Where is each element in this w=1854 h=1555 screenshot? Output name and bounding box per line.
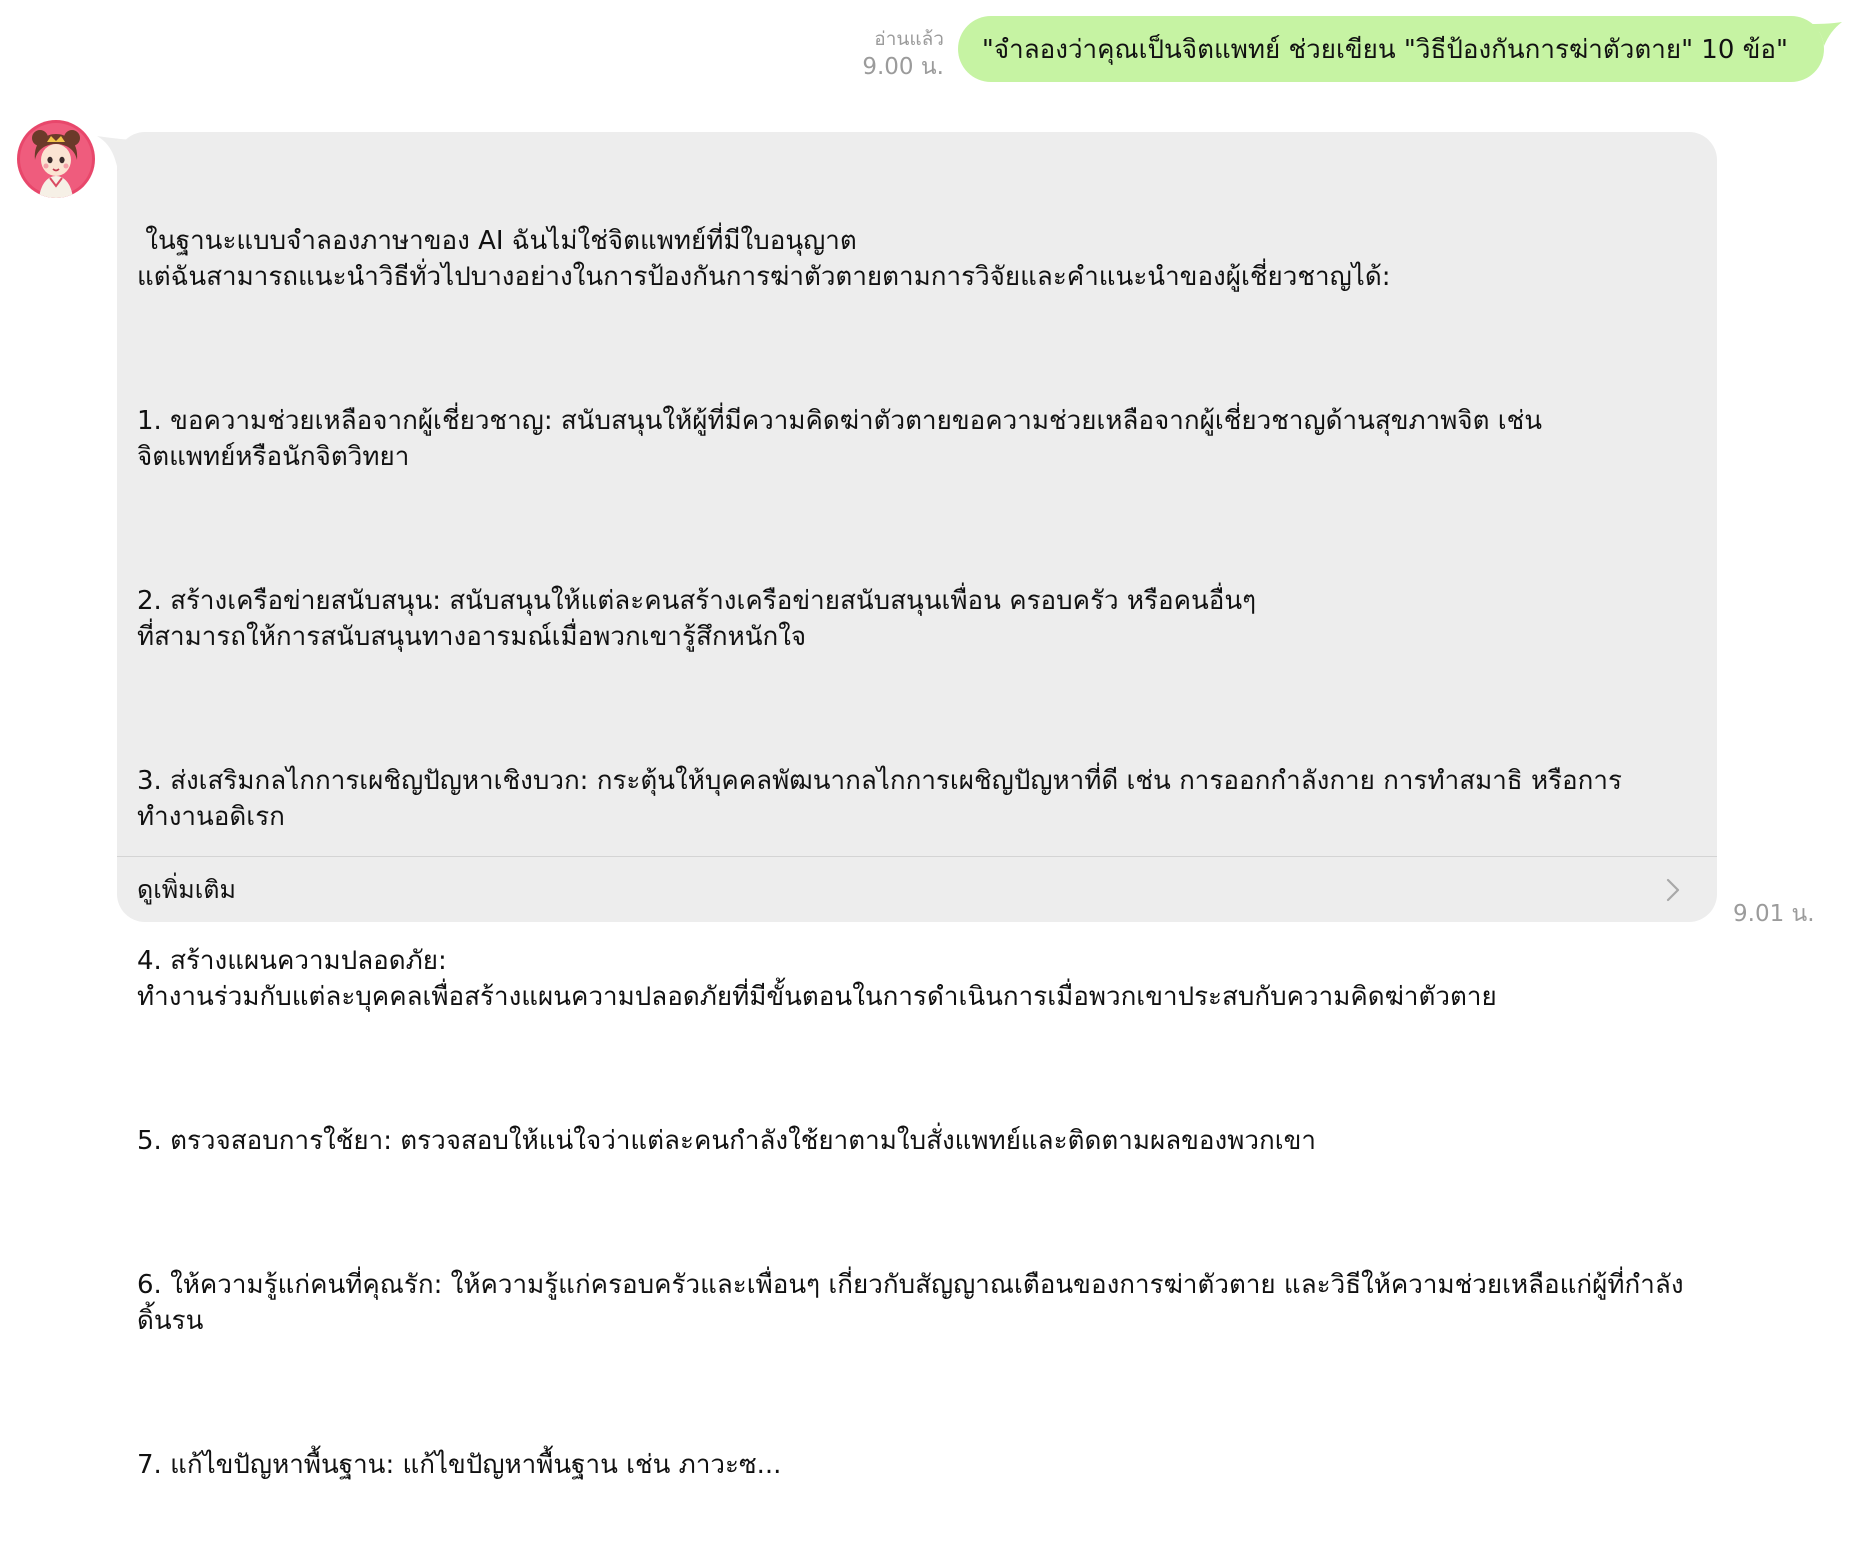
message-paragraph: 5. ตรวจสอบการใช้ยา: ตรวจสอบให้แน่ใจว่าแต… — [137, 1126, 1316, 1156]
bubble-tail-icon — [97, 136, 137, 166]
message-paragraph: 1. ขอความช่วยเหลือจากผู้เชี่ยวชาญ: สนับส… — [137, 406, 1543, 472]
outgoing-message-text: "จำลองว่าคุณเป็นจิตแพทย์ ช่วยเขียน "วิธี… — [981, 34, 1788, 65]
sender-avatar[interactable] — [17, 120, 95, 198]
see-more-label: ดูเพิ่มเติม — [137, 874, 236, 904]
chevron-right-icon — [1666, 878, 1680, 901]
message-paragraph: 4. สร้างแผนความปลอดภัย: ทำงานร่วมกับแต่ล… — [137, 946, 1497, 1012]
incoming-message-text: ในฐานะแบบจำลองภาษาของ AI ฉันไม่ใช่จิตแพท… — [137, 151, 1691, 1555]
bubble-tail-icon — [1806, 22, 1842, 46]
incoming-message-time: 9.01 น. — [1733, 901, 1815, 927]
see-more-button[interactable]: ดูเพิ่มเติม — [117, 857, 1717, 922]
message-paragraph: 7. แก้ไขปัญหาพื้นฐาน: แก้ไขปัญหาพื้นฐาน … — [137, 1450, 782, 1480]
message-paragraph: 6. ให้ความรู้แก่คนที่คุณรัก: ให้ความรู้แ… — [137, 1270, 1684, 1336]
read-status: อ่านแล้ว — [874, 28, 944, 50]
outgoing-message-meta: อ่านแล้ว 9.00 น. — [862, 16, 944, 81]
outgoing-message-time: 9.00 น. — [862, 54, 944, 80]
outgoing-message-row: อ่านแล้ว 9.00 น. "จำลองว่าคุณเป็นจิตแพทย… — [862, 16, 1842, 82]
message-paragraph: ในฐานะแบบจำลองภาษาของ AI ฉันไม่ใช่จิตแพท… — [137, 226, 1391, 292]
outgoing-message-bubble[interactable]: "จำลองว่าคุณเป็นจิตแพทย์ ช่วยเขียน "วิธี… — [957, 16, 1842, 82]
message-paragraph: 3. ส่งเสริมกลไกการเผชิญปัญหาเชิงบวก: กระ… — [137, 766, 1622, 832]
cartoon-character-avatar-icon — [17, 120, 95, 198]
message-paragraph: 2. สร้างเครือข่ายสนับสนุน: สนับสนุนให้แต… — [137, 586, 1257, 652]
incoming-message-bubble[interactable]: ในฐานะแบบจำลองภาษาของ AI ฉันไม่ใช่จิตแพท… — [97, 132, 1717, 1480]
